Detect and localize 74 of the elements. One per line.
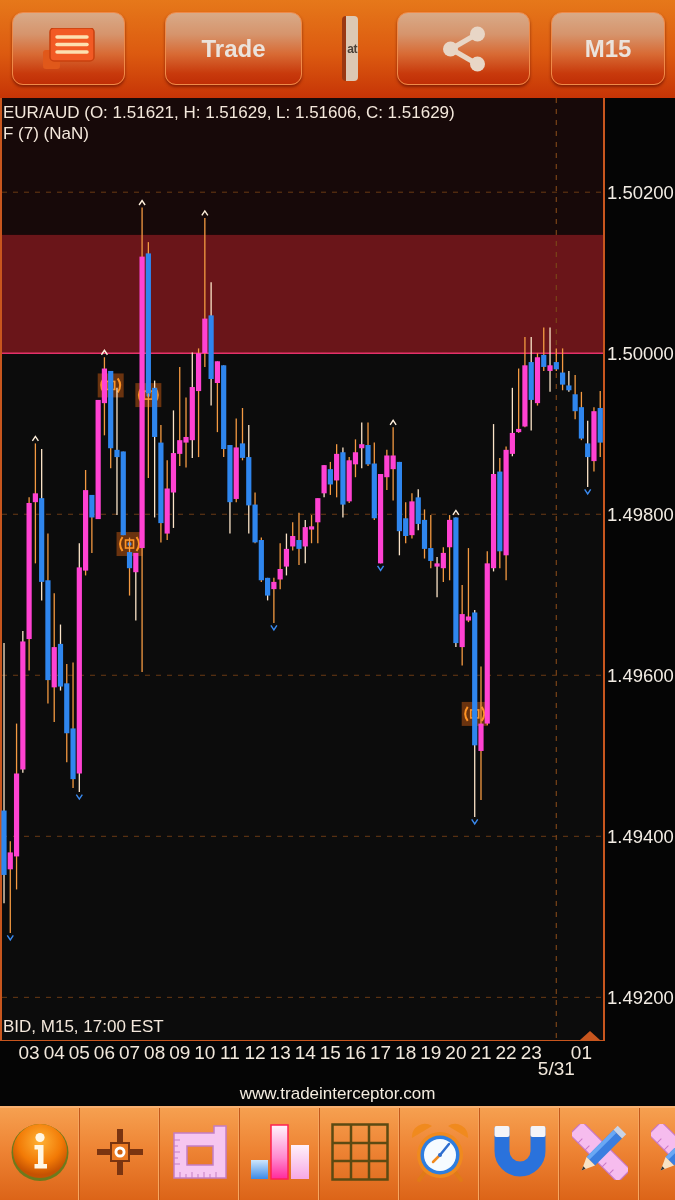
price-axis-label: 1.49600 (607, 664, 674, 686)
time-axis-label: 22 (495, 1041, 517, 1063)
grid-icon (330, 1123, 389, 1181)
time-axis-label: 19 (420, 1041, 442, 1063)
down-chevron-icon (584, 488, 592, 496)
down-chevron-icon (376, 565, 385, 572)
share-button[interactable] (397, 12, 530, 85)
candlestick (566, 370, 572, 393)
chart-title: EUR/AUD (O: 1.51621, H: 1.51629, L: 1.51606, C: 1.51629) (3, 102, 455, 123)
up-chevron-icon (201, 209, 209, 217)
time-axis-label: 05 (68, 1041, 90, 1063)
down-chevron-icon (6, 934, 14, 942)
candlestick (89, 494, 95, 554)
price-axis-label: 1.50000 (607, 342, 674, 364)
menu-icon (42, 27, 95, 70)
share-icon (441, 25, 486, 72)
time-axis-label: 21 (470, 1041, 492, 1063)
candlestick (214, 360, 220, 433)
candlestick (547, 326, 553, 393)
indicator-label: F (7) (NaN) (3, 123, 89, 144)
candlestick (359, 421, 365, 470)
candlestick (283, 532, 290, 577)
down-chevron-icon (75, 793, 83, 801)
up-chevron-icon (389, 419, 397, 426)
time-axis-label: 08 (144, 1041, 166, 1063)
down-chevron-icon (471, 818, 479, 826)
time-axis-label: 18 (395, 1041, 417, 1063)
chart-info-label: BID, M15, 17:00 EST (3, 1016, 164, 1037)
down-chevron-icon (270, 624, 278, 632)
time-axis-label: 12 (244, 1041, 266, 1063)
time-axis-label: 16 (344, 1041, 367, 1063)
time-axis-label: 20 (445, 1041, 467, 1063)
candlestick (553, 347, 559, 372)
price-axis-label: 1.49400 (607, 825, 674, 847)
candlestick (290, 521, 296, 552)
time-axis-label: 17 (370, 1041, 392, 1063)
time-axis-label: 09 (169, 1041, 191, 1063)
candlestick (133, 552, 139, 622)
info-icon (10, 1123, 69, 1181)
candlestick (365, 421, 371, 467)
price-axis-label: 1.50200 (607, 181, 674, 203)
price-axis-label: 1.49800 (607, 503, 674, 525)
time-axis-label: 10 (194, 1041, 216, 1063)
menu-button[interactable] (12, 12, 125, 85)
candlestick (585, 420, 591, 488)
up-chevron-icon (138, 199, 146, 206)
up-chevron-icon (452, 509, 460, 516)
time-axis-label: 01 (570, 1041, 592, 1063)
candlestick (541, 326, 547, 372)
candlestick (390, 426, 396, 502)
candlestick (296, 511, 302, 566)
time-axis-label: 11 (220, 1041, 240, 1063)
time-axis-label: 03 (18, 1041, 40, 1063)
candlestick (327, 461, 333, 496)
time-axis-label: 14 (294, 1041, 316, 1063)
cut-off-button[interactable]: at (342, 16, 358, 81)
timeframe-button[interactable]: M15 (551, 12, 665, 85)
time-axis-label: 15 (319, 1041, 341, 1063)
up-chevron-icon (100, 349, 109, 356)
time-axis-label: 13 (269, 1041, 291, 1063)
candlestick (271, 577, 277, 624)
bar-chart-icon (249, 1124, 310, 1180)
crosshair-icon (96, 1129, 143, 1175)
time-axis-label: 23 (520, 1041, 542, 1063)
candlestick (277, 542, 283, 590)
time-axis-label: 04 (43, 1041, 65, 1063)
time-axis-label: 07 (118, 1041, 141, 1063)
time-axis-label: 06 (93, 1041, 115, 1063)
trade-button[interactable]: Trade (165, 12, 302, 85)
up-chevron-icon (31, 435, 40, 442)
candlestick (32, 442, 38, 565)
website-url: www.tradeinterceptor.com (239, 1084, 436, 1104)
price-axis-label: 1.49200 (607, 986, 674, 1008)
candlestick (559, 347, 566, 391)
